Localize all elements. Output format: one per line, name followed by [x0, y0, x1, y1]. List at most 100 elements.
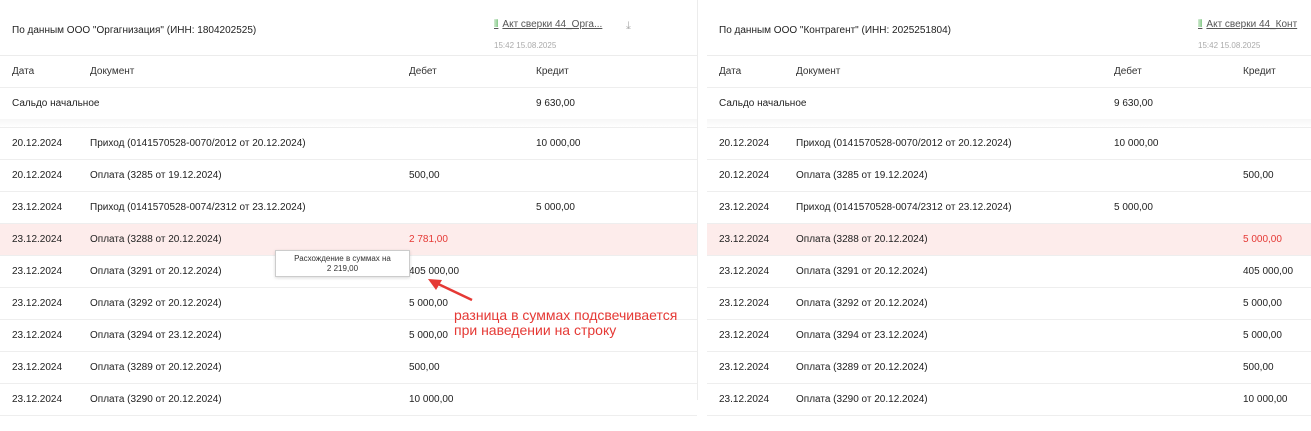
col-date: Дата: [12, 66, 35, 77]
col-credit: Кредит: [536, 66, 569, 77]
cell-date: 20.12.2024: [12, 170, 63, 181]
right-column-header: Дата Документ Дебет Кредит: [707, 56, 1311, 88]
tooltip-amount: 2 219,00: [326, 264, 359, 273]
cell-doc: Приход (0141570528-0074/2312 от 23.12.20…: [796, 202, 1012, 213]
cell-debit: 2 781,00: [409, 234, 448, 245]
right-timestamp: 15:42 15.08.2025: [1198, 41, 1261, 50]
cell-date: 23.12.2024: [12, 266, 63, 277]
saldo-label: Сальдо начальное: [12, 98, 100, 109]
cell-date: 20.12.2024: [719, 138, 770, 149]
right-file-name: Акт сверки 44_Конт: [1206, 19, 1298, 30]
cell-debit: 5 000,00: [409, 330, 448, 341]
cell-debit: 500,00: [409, 362, 440, 373]
cell-debit: 10 000,00: [409, 394, 454, 405]
col-date: Дата: [719, 66, 742, 77]
saldo-label: Сальдо начальное: [719, 98, 807, 109]
annotation: разница в суммах подсвечивается при наве…: [454, 308, 677, 338]
cell-date: 23.12.2024: [719, 202, 770, 213]
cell-date: 23.12.2024: [719, 298, 770, 309]
cell-date: 23.12.2024: [12, 330, 63, 341]
download-icon[interactable]: ⤓: [626, 20, 631, 33]
cell-credit: 10 000,00: [1243, 394, 1288, 405]
cell-doc: Приход (0141570528-0070/2012 от 20.12.20…: [796, 138, 1012, 149]
cell-date: 23.12.2024: [12, 362, 63, 373]
right-file-link[interactable]: ⦀ Акт сверки 44_Конт: [1198, 19, 1297, 30]
annotation-line-1: разница в суммах подсвечивается: [454, 307, 678, 323]
table-row[interactable]: 23.12.2024 Оплата (3288 от 20.12.2024) 5 0…: [707, 224, 1311, 256]
cell-doc: Оплата (3288 от 20.12.2024): [90, 234, 222, 245]
cell-date: 23.12.2024: [719, 234, 770, 245]
cell-doc: Оплата (3288 от 20.12.2024): [796, 234, 928, 245]
col-doc: Документ: [90, 66, 135, 77]
divider: [0, 119, 697, 128]
right-saldo-row: Сальдо начальное 9 630,00: [707, 88, 1311, 119]
table-row[interactable]: 23.12.2024 Оплата (3292 от 20.12.2024) 5 0…: [707, 288, 1311, 320]
left-title: По данным ООО "Оргагнизация" (ИНН: 18042…: [12, 25, 257, 36]
cell-credit: 10 000,00: [536, 138, 581, 149]
table-row[interactable]: 23.12.2024 Оплата (3291 от 20.12.2024) 405…: [707, 256, 1311, 288]
discrepancy-tooltip: Расхождение в суммах на 2 219,00: [275, 250, 410, 277]
saldo-credit: 9 630,00: [536, 98, 575, 109]
cell-doc: Оплата (3289 от 20.12.2024): [90, 362, 222, 373]
cell-date: 20.12.2024: [719, 170, 770, 181]
table-row[interactable]: 23.12.2024 Оплата (3290 от 20.12.2024) 10 …: [707, 384, 1311, 416]
cell-credit: 500,00: [1243, 170, 1274, 181]
col-debit: Дебет: [1114, 66, 1142, 77]
cell-credit: 5 000,00: [1243, 330, 1282, 341]
table-row[interactable]: 20.12.2024 Приход (0141570528-0070/2012 о…: [707, 128, 1311, 160]
table-row[interactable]: 23.12.2024 Приход (0141570528-0074/2312 о…: [707, 192, 1311, 224]
annotation-line-2: при наведении на строку: [454, 322, 617, 338]
col-debit: Дебет: [409, 66, 437, 77]
cell-date: 23.12.2024: [719, 362, 770, 373]
cell-doc: Оплата (3292 от 20.12.2024): [796, 298, 928, 309]
cell-doc: Приход (0141570528-0070/2012 от 20.12.20…: [90, 138, 306, 149]
table-row[interactable]: 23.12.2024 Оплата (3294 от 23.12.2024) 5 0…: [707, 320, 1311, 352]
table-row[interactable]: 23.12.2024 Оплата (3289 от 20.12.2024) 500…: [0, 352, 697, 384]
cell-date: 23.12.2024: [12, 234, 63, 245]
cell-credit: 405 000,00: [1243, 266, 1294, 277]
cell-doc: Оплата (3290 от 20.12.2024): [90, 394, 222, 405]
cell-credit: 5 000,00: [1243, 234, 1282, 245]
cell-doc: Оплата (3294 от 23.12.2024): [796, 330, 928, 341]
right-panel: По данным ООО "Контрагент" (ИНН: 2025251…: [707, 0, 1311, 416]
cell-date: 23.12.2024: [719, 266, 770, 277]
cell-doc: Оплата (3291 от 20.12.2024): [90, 266, 222, 277]
left-column-header: Дата Документ Дебет Кредит: [0, 56, 697, 88]
cell-credit: 5 000,00: [536, 202, 575, 213]
cell-date: 23.12.2024: [719, 330, 770, 341]
cell-doc: Оплата (3290 от 20.12.2024): [796, 394, 928, 405]
cell-date: 23.12.2024: [12, 298, 63, 309]
cell-date: 23.12.2024: [719, 394, 770, 405]
table-row[interactable]: 20.12.2024 Приход (0141570528-0070/2012 о…: [0, 128, 697, 160]
cell-doc: Оплата (3294 от 23.12.2024): [90, 330, 222, 341]
cell-credit: 500,00: [1243, 362, 1274, 373]
table-row[interactable]: 23.12.2024 Оплата (3289 от 20.12.2024) 500…: [707, 352, 1311, 384]
table-row[interactable]: 23.12.2024 Приход (0141570528-0074/2312 о…: [0, 192, 697, 224]
left-header: По данным ООО "Оргагнизация" (ИНН: 18042…: [0, 0, 697, 56]
cell-credit: 5 000,00: [1243, 298, 1282, 309]
cell-doc: Оплата (3285 от 19.12.2024): [90, 170, 222, 181]
table-row[interactable]: 23.12.2024 Оплата (3290 от 20.12.2024) 10 …: [0, 384, 697, 416]
col-doc: Документ: [796, 66, 841, 77]
saldo-debit: 9 630,00: [1114, 98, 1153, 109]
left-panel: По данным ООО "Оргагнизация" (ИНН: 18042…: [0, 0, 698, 416]
left-file-link[interactable]: ⦀ Акт сверки 44_Орга...: [494, 19, 602, 30]
cell-date: 23.12.2024: [12, 202, 63, 213]
cell-doc: Приход (0141570528-0074/2312 от 23.12.20…: [90, 202, 306, 213]
tooltip-text: Расхождение в суммах на: [294, 254, 391, 263]
table-row[interactable]: 20.12.2024 Оплата (3285 от 19.12.2024) 500…: [0, 160, 697, 192]
left-timestamp: 15:42 15.08.2025: [494, 41, 557, 50]
cell-date: 23.12.2024: [12, 394, 63, 405]
cell-debit: 10 000,00: [1114, 138, 1159, 149]
right-header: По данным ООО "Контрагент" (ИНН: 2025251…: [707, 0, 1311, 56]
cell-doc: Оплата (3291 от 20.12.2024): [796, 266, 928, 277]
cell-doc: Оплата (3292 от 20.12.2024): [90, 298, 222, 309]
paperclip-icon: ⦀: [1198, 19, 1203, 30]
left-file-name: Акт сверки 44_Орга...: [502, 19, 603, 30]
divider: [707, 119, 1311, 128]
paperclip-icon: ⦀: [494, 19, 499, 30]
cell-debit: 500,00: [409, 170, 440, 181]
left-saldo-row: Сальдо начальное 9 630,00: [0, 88, 697, 119]
cell-debit: 5 000,00: [1114, 202, 1153, 213]
table-row[interactable]: 20.12.2024 Оплата (3285 от 19.12.2024) 500…: [707, 160, 1311, 192]
